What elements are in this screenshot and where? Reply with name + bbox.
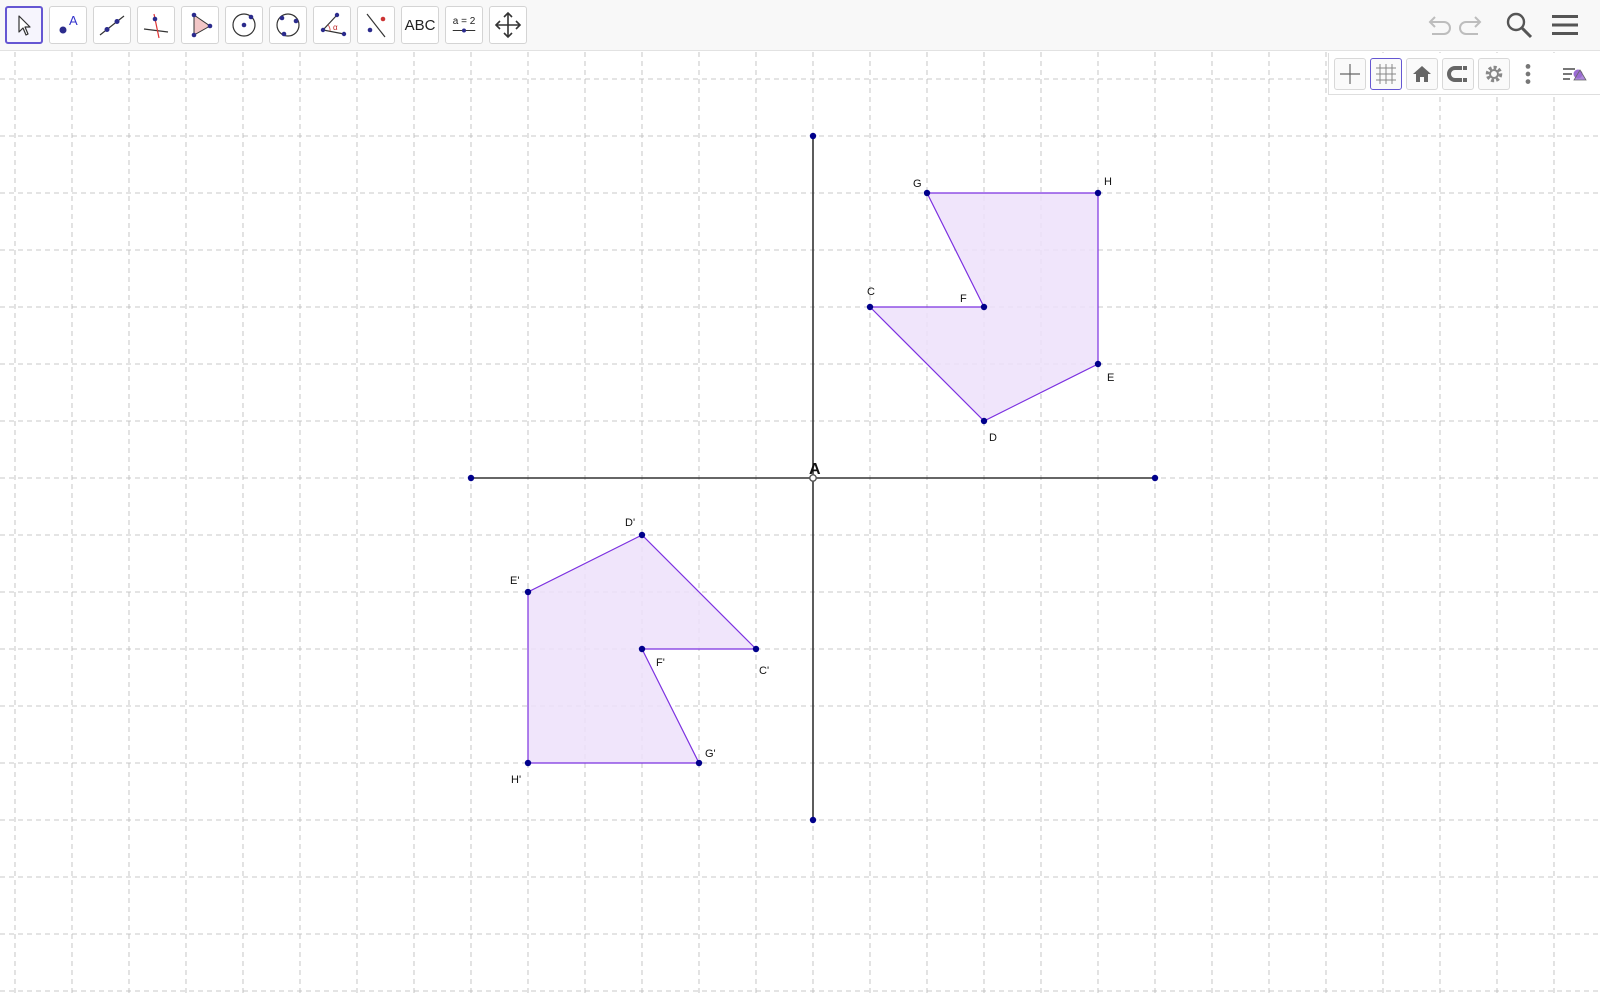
undo-button[interactable] (1420, 8, 1454, 42)
perpendicular-line-icon (143, 13, 169, 39)
cursor-arrow-icon (18, 15, 31, 36)
point-C-prime (752, 645, 760, 653)
reflect-line-icon (366, 13, 386, 38)
segment-endpoint (809, 132, 817, 140)
point-E (1094, 360, 1102, 368)
perpendicular-line-tool[interactable] (137, 6, 175, 44)
point-G-prime (695, 759, 703, 767)
circle-center-point-tool[interactable] (225, 6, 263, 44)
axes-icon (1340, 64, 1360, 84)
search-button[interactable] (1502, 8, 1536, 42)
slider-tool[interactable]: a = 2 (445, 6, 483, 44)
segment-endpoint (809, 816, 817, 824)
move-graphics-view-tool[interactable] (489, 6, 527, 44)
show-grid-button[interactable] (1370, 58, 1402, 90)
point-D (980, 417, 988, 425)
main-menu-button[interactable] (1548, 8, 1582, 42)
point-H (1094, 189, 1102, 197)
line-tool[interactable] (93, 6, 131, 44)
point-tool[interactable]: A (49, 6, 87, 44)
text-tool[interactable]: ABC (401, 6, 439, 44)
slider-icon: a = 2 (451, 16, 477, 34)
grid-icon (1376, 64, 1396, 84)
redo-button[interactable] (1456, 8, 1490, 42)
point-label: D' (625, 517, 635, 529)
point-label: H (1104, 176, 1112, 188)
point-D-prime (638, 531, 646, 539)
point-label: D (989, 432, 997, 444)
graphics-settings-button[interactable] (1478, 58, 1510, 90)
circle-three-points-icon (276, 13, 300, 37)
algebra-view-toggle-button[interactable] (1558, 58, 1590, 90)
point-C (866, 303, 874, 311)
more-options-button[interactable] (1512, 58, 1544, 90)
standard-view-button[interactable] (1406, 58, 1438, 90)
point-label: C' (759, 665, 769, 677)
show-axes-button[interactable] (1334, 58, 1366, 90)
undo-icon (1428, 16, 1451, 35)
point-label: G (913, 178, 922, 190)
move-tool[interactable] (5, 6, 43, 44)
circle-three-points-tool[interactable] (269, 6, 307, 44)
angle-icon: α (320, 12, 347, 37)
toolbar: A α ABC a = 2 (0, 0, 1600, 51)
point-icon: A (59, 13, 78, 34)
point-H-prime (524, 759, 532, 767)
segment-endpoint (1151, 474, 1159, 482)
graphics-style-bar (1328, 53, 1600, 95)
slider-tool-label: a = 2 (452, 16, 476, 27)
polygon-tool[interactable] (181, 6, 219, 44)
point-label: F (960, 293, 967, 305)
origin-label: A (809, 461, 821, 478)
reflect-about-line-tool[interactable] (357, 6, 395, 44)
point-F-prime (638, 645, 646, 653)
point-capture-icon (1447, 66, 1467, 82)
grid (0, 52, 1600, 997)
settings-gear-icon (1485, 65, 1503, 83)
point-label: E' (510, 575, 519, 587)
point-label: C (867, 286, 875, 298)
algebra-view-toggle-icon (1563, 68, 1587, 81)
point-F (980, 303, 988, 311)
point-label: H' (511, 774, 521, 786)
polygon-icon (191, 12, 213, 38)
move-arrows-icon (494, 11, 522, 39)
text-tool-label: ABC (404, 16, 436, 34)
angle-tool-label: α (333, 23, 338, 32)
circle-center-icon (232, 13, 256, 37)
line-through-points-icon (99, 15, 125, 36)
point-G (923, 189, 931, 197)
point-capturing-button[interactable] (1442, 58, 1474, 90)
home-icon (1413, 66, 1431, 82)
menu-icon (1552, 15, 1578, 35)
graphics-view[interactable]: C D E H G F C' D' E' H' G' F' A (0, 52, 1600, 997)
search-icon (1506, 12, 1533, 39)
point-label: G' (705, 748, 716, 760)
more-vertical-icon (1525, 64, 1531, 84)
redo-icon (1459, 16, 1482, 35)
point-label: E (1107, 372, 1114, 384)
point-E-prime (524, 588, 532, 596)
point-label: F' (656, 657, 665, 669)
point-tool-label: A (69, 13, 78, 28)
segment-endpoint (467, 474, 475, 482)
angle-tool[interactable]: α (313, 6, 351, 44)
